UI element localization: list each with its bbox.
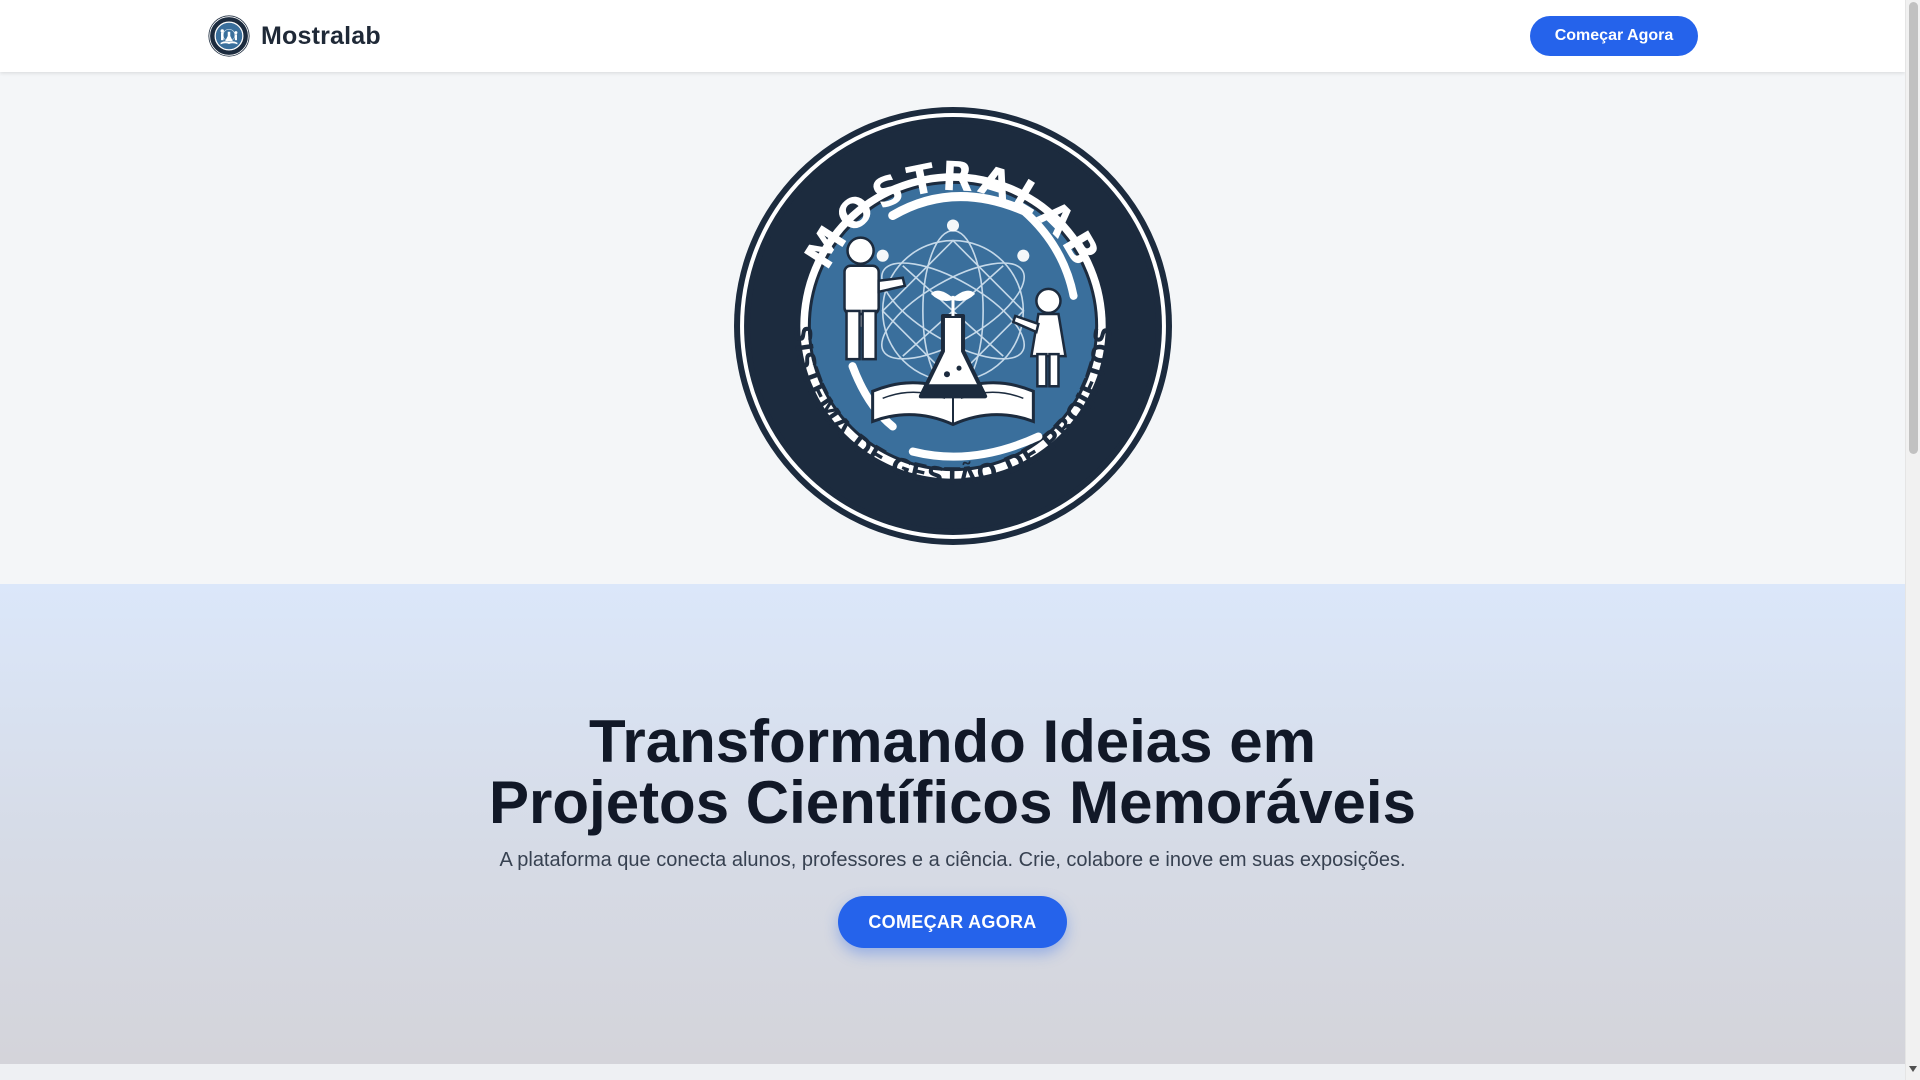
mostralab-seal-logo: MOSTRALAB SISTEMA DE GESTÃO DE PROJETOS bbox=[734, 107, 1172, 545]
hero-subtitle: A plataforma que conecta alunos, profess… bbox=[499, 849, 1406, 871]
get-started-button[interactable]: Começar Agora bbox=[1530, 16, 1698, 56]
logo-section: MOSTRALAB SISTEMA DE GESTÃO DE PROJETOS bbox=[0, 72, 1905, 584]
scroll-down-arrow-icon[interactable] bbox=[1909, 1066, 1917, 1072]
next-section-edge bbox=[0, 1064, 1905, 1080]
brand-name: Mostralab bbox=[261, 21, 381, 50]
hero-title-line-2: Projetos Científicos Memoráveis bbox=[489, 769, 1416, 836]
mostralab-logo-icon bbox=[208, 15, 250, 57]
hero-get-started-button[interactable]: COMEÇAR AGORA bbox=[838, 896, 1067, 948]
navbar: Mostralab Começar Agora bbox=[0, 0, 1905, 72]
vertical-scrollbar[interactable] bbox=[1905, 0, 1920, 1080]
hero-title: Transformando Ideias em Projetos Científ… bbox=[0, 711, 1905, 833]
hero-section: Transformando Ideias em Projetos Científ… bbox=[0, 584, 1905, 1064]
brand-home-link[interactable]: Mostralab bbox=[208, 15, 381, 57]
hero-title-line-1: Transformando Ideias em bbox=[589, 708, 1316, 775]
page: Mostralab Começar Agora MOSTRALAB SISTEM… bbox=[0, 0, 1905, 1080]
scrollbar-thumb[interactable] bbox=[1909, 2, 1918, 454]
